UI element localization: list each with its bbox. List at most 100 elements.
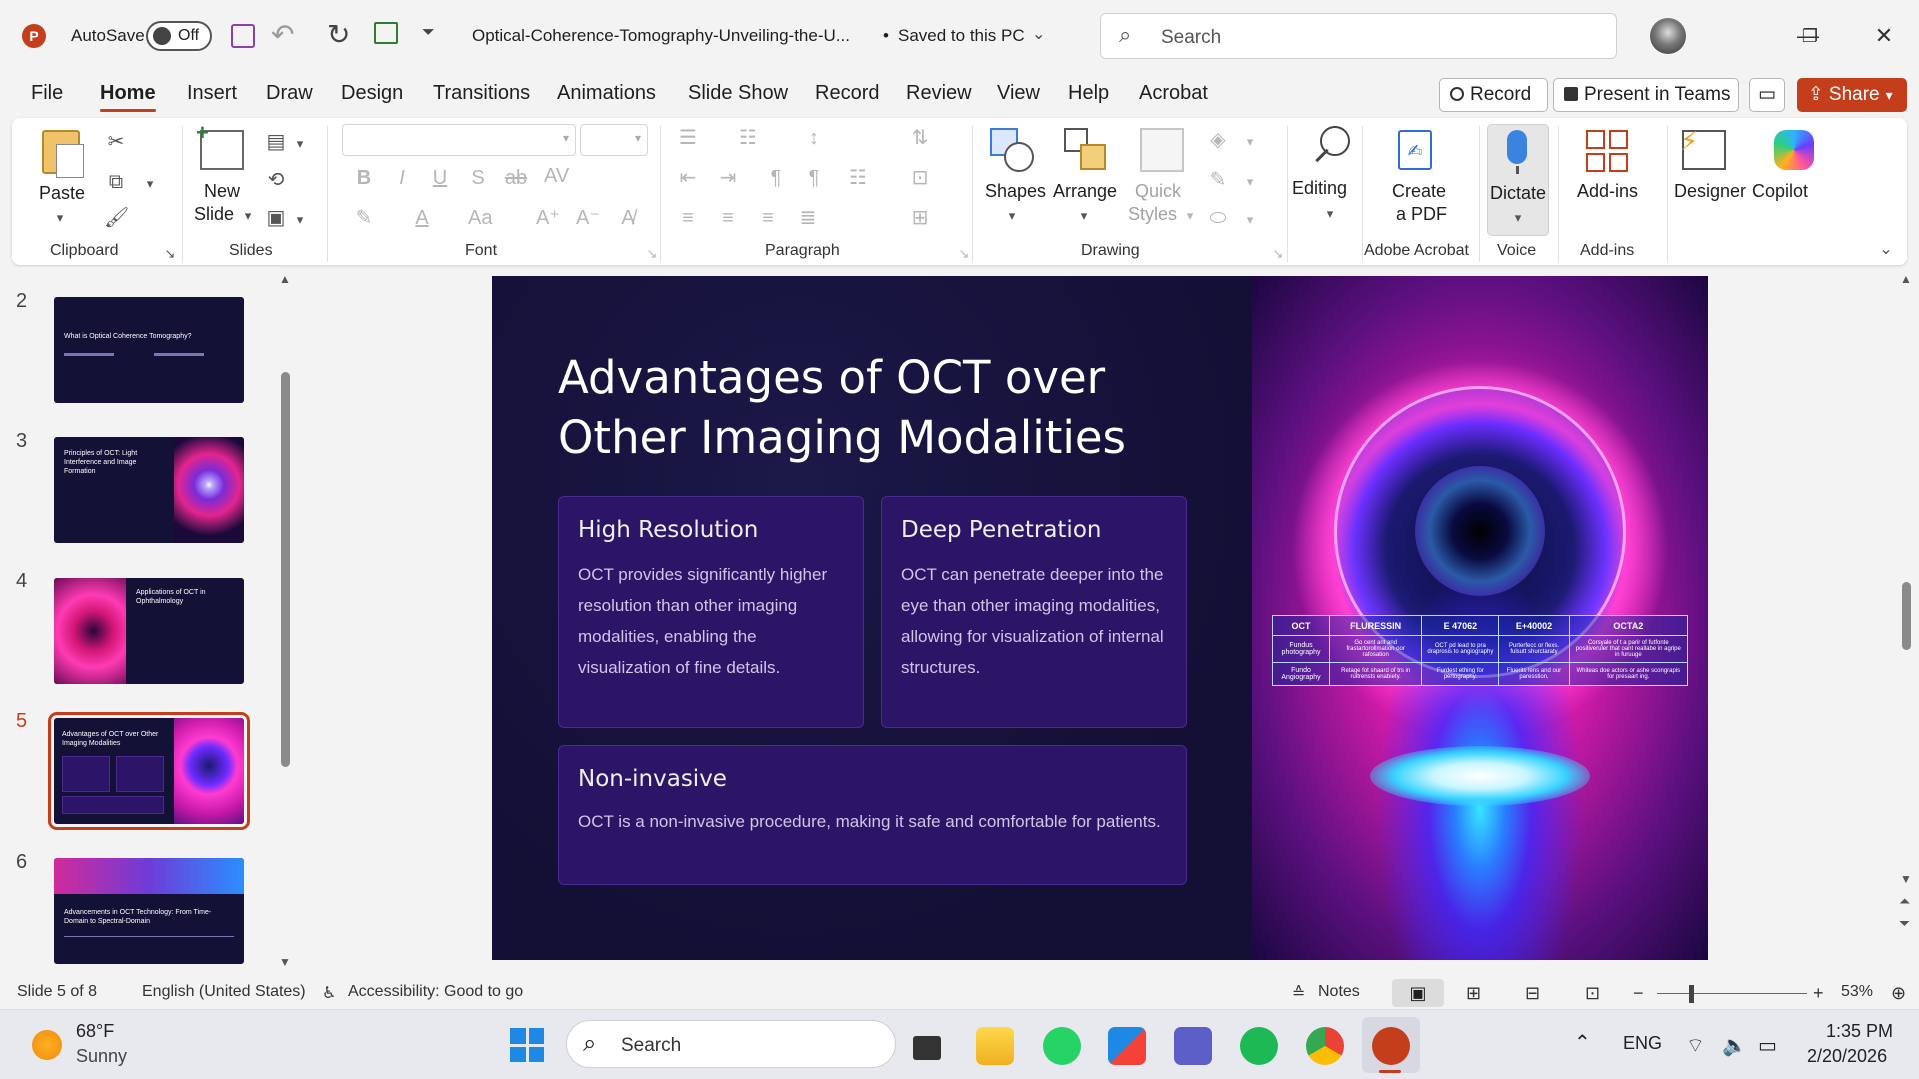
smartart-icon[interactable]: ⊞ (908, 206, 932, 230)
chevron-down-icon[interactable]: ▾ (48, 206, 72, 230)
align-text-icon[interactable]: ⊡ (908, 166, 932, 190)
zoom-slider-handle[interactable] (1689, 985, 1694, 1003)
windows-start-icon[interactable] (510, 1028, 544, 1062)
section-icon[interactable]: ▣ (264, 206, 288, 230)
card-non-invasive[interactable]: Non-invasive OCT is a non-invasive proce… (558, 745, 1187, 885)
chevron-down-icon[interactable]: ▾ (138, 172, 162, 196)
thumbnail-scrollbar[interactable] (281, 372, 290, 767)
highlight-icon[interactable]: ✎ (352, 206, 376, 230)
rtl-icon[interactable]: ¶ (802, 166, 826, 190)
tab-record[interactable]: Record (815, 82, 879, 105)
present-in-teams-button[interactable]: Present in Teams (1553, 78, 1739, 112)
italic-icon[interactable]: I (390, 166, 414, 190)
volume-icon[interactable]: 🔈 (1722, 1033, 1747, 1058)
create-pdf-label-2[interactable]: a PDF (1396, 204, 1447, 225)
tab-help[interactable]: Help (1068, 82, 1109, 105)
align-left-icon[interactable]: ≡ (676, 206, 700, 230)
battery-icon[interactable]: ▭ (1758, 1033, 1777, 1058)
tab-review[interactable]: Review (906, 82, 972, 105)
wifi-icon[interactable]: ⌔ (1686, 1033, 1705, 1058)
collapse-ribbon-icon[interactable]: ⌄ (1874, 238, 1898, 262)
chevron-down-icon[interactable]: ▾ (1506, 206, 1530, 230)
font-name-dropdown[interactable]: ▾ (342, 124, 576, 156)
designer-button[interactable]: Designer (1674, 181, 1746, 202)
chevron-down-icon[interactable]: ▾ (1178, 204, 1202, 228)
ltr-icon[interactable]: ¶ (764, 166, 788, 190)
create-pdf-label-1[interactable]: Create (1392, 181, 1446, 202)
save-icon[interactable] (231, 24, 255, 48)
new-slide-label-1[interactable]: New (204, 181, 240, 202)
addins-icon[interactable] (1586, 130, 1628, 172)
designer-icon[interactable]: ⚡ (1680, 126, 1726, 170)
weather-sun-icon[interactable] (32, 1030, 62, 1060)
shapes-icon[interactable] (990, 128, 1034, 172)
clock-date[interactable]: 2/20/2026 (1807, 1046, 1887, 1067)
show-hidden-icons[interactable]: ⌃ (1574, 1030, 1591, 1055)
tab-insert[interactable]: Insert (187, 82, 237, 105)
spotify-icon[interactable] (1240, 1027, 1278, 1065)
next-slide-icon[interactable]: ⏷ (1899, 915, 1910, 932)
chevron-down-icon[interactable]: ▾ (1238, 130, 1262, 154)
eye-scan-image[interactable]: OCT FLURESSIN E 47062 E+40002 OCTA2 Fund… (1252, 276, 1708, 960)
editing-button[interactable]: Editing (1292, 178, 1347, 199)
scroll-up-icon[interactable]: ▲ (1900, 272, 1912, 286)
numbering-icon[interactable]: ☷ (736, 126, 760, 150)
slide-thumbnail-5[interactable]: Advantages of OCT over Other Imaging Mod… (48, 712, 250, 830)
task-view-icon[interactable] (913, 1036, 941, 1060)
decrease-indent-icon[interactable]: ⇤ (676, 166, 700, 190)
slide-canvas[interactable]: Advantages of OCT over Other Imaging Mod… (492, 276, 1708, 960)
reset-icon[interactable]: ⟲ (264, 168, 288, 192)
customize-toolbar-icon[interactable]: ⏷ (422, 24, 435, 42)
scroll-down-icon[interactable]: ▼ (279, 955, 291, 969)
slide-thumbnail-4[interactable]: Applications of OCT in Ophthalmology (54, 578, 244, 684)
clock-time[interactable]: 1:35 PM (1826, 1021, 1893, 1042)
format-painter-icon[interactable]: 🖌 (104, 206, 129, 230)
language-indicator[interactable]: English (United States) (142, 983, 306, 1001)
character-spacing-icon[interactable]: AV (544, 164, 569, 188)
weather-condition[interactable]: Sunny (76, 1046, 127, 1067)
change-case-icon[interactable]: Aa (468, 206, 492, 230)
slide-thumbnail-3[interactable]: Principles of OCT: Light Interference an… (54, 437, 244, 543)
teams-icon[interactable] (1174, 1027, 1212, 1065)
copy-icon[interactable]: ⧉ (104, 170, 128, 194)
powerpoint-icon[interactable] (1372, 1027, 1410, 1065)
taskbar-search[interactable]: ⌕ Search (566, 1020, 896, 1068)
zoom-slider[interactable] (1657, 993, 1807, 994)
increase-font-icon[interactable]: A⁺ (536, 206, 560, 230)
strikethrough-icon[interactable]: ab (504, 166, 528, 190)
tab-file[interactable]: File (31, 82, 63, 105)
font-color-icon[interactable]: A (410, 206, 434, 230)
arrange-icon[interactable] (1064, 128, 1108, 172)
underline-icon[interactable]: U (428, 166, 452, 190)
chrome-icon[interactable] (1306, 1027, 1344, 1065)
decrease-font-icon[interactable]: A⁻ (576, 206, 600, 230)
bullets-icon[interactable]: ☰ (676, 126, 700, 150)
text-direction-icon[interactable]: ⇅ (908, 126, 932, 150)
quick-styles-icon[interactable] (1140, 128, 1184, 172)
align-center-icon[interactable]: ≡ (716, 206, 740, 230)
chevron-down-icon[interactable]: ⌄ (1032, 24, 1045, 44)
zoom-in-icon[interactable]: + (1813, 983, 1824, 1004)
undo-icon[interactable]: ↶ (271, 18, 294, 51)
slide-title[interactable]: Advantages of OCT over Other Imaging Mod… (558, 348, 1218, 468)
shape-outline-icon[interactable]: ✎ (1206, 168, 1230, 192)
quick-styles-label-1[interactable]: Quick (1135, 181, 1181, 202)
zoom-out-icon[interactable]: − (1633, 983, 1644, 1004)
save-status[interactable]: Saved to this PC (898, 26, 1025, 46)
zoom-level[interactable]: 53% (1841, 983, 1873, 1001)
chevron-down-icon[interactable]: ▾ (288, 208, 312, 232)
chevron-down-icon[interactable]: ▾ (1238, 208, 1262, 232)
card-deep-penetration[interactable]: Deep Penetration OCT can penetrate deepe… (881, 496, 1187, 728)
scroll-down-icon[interactable]: ▼ (1900, 872, 1912, 886)
shapes-button[interactable]: Shapes (985, 181, 1046, 202)
columns-icon[interactable]: ☷ (846, 166, 870, 190)
line-spacing-icon[interactable]: ↕ (802, 126, 826, 150)
justify-icon[interactable]: ≣ (796, 206, 820, 230)
chevron-down-icon[interactable]: ▾ (288, 132, 312, 156)
increase-indent-icon[interactable]: ⇥ (716, 166, 740, 190)
tab-slide-show[interactable]: Slide Show (688, 82, 788, 105)
slideshow-view-icon[interactable]: ⊡ (1585, 983, 1600, 1004)
share-button[interactable]: ⇪ Share ▾ (1797, 78, 1907, 112)
slide-thumbnail-2[interactable]: What is Optical Coherence Tomography? (54, 297, 244, 403)
redo-icon[interactable]: ↻ (327, 18, 350, 51)
